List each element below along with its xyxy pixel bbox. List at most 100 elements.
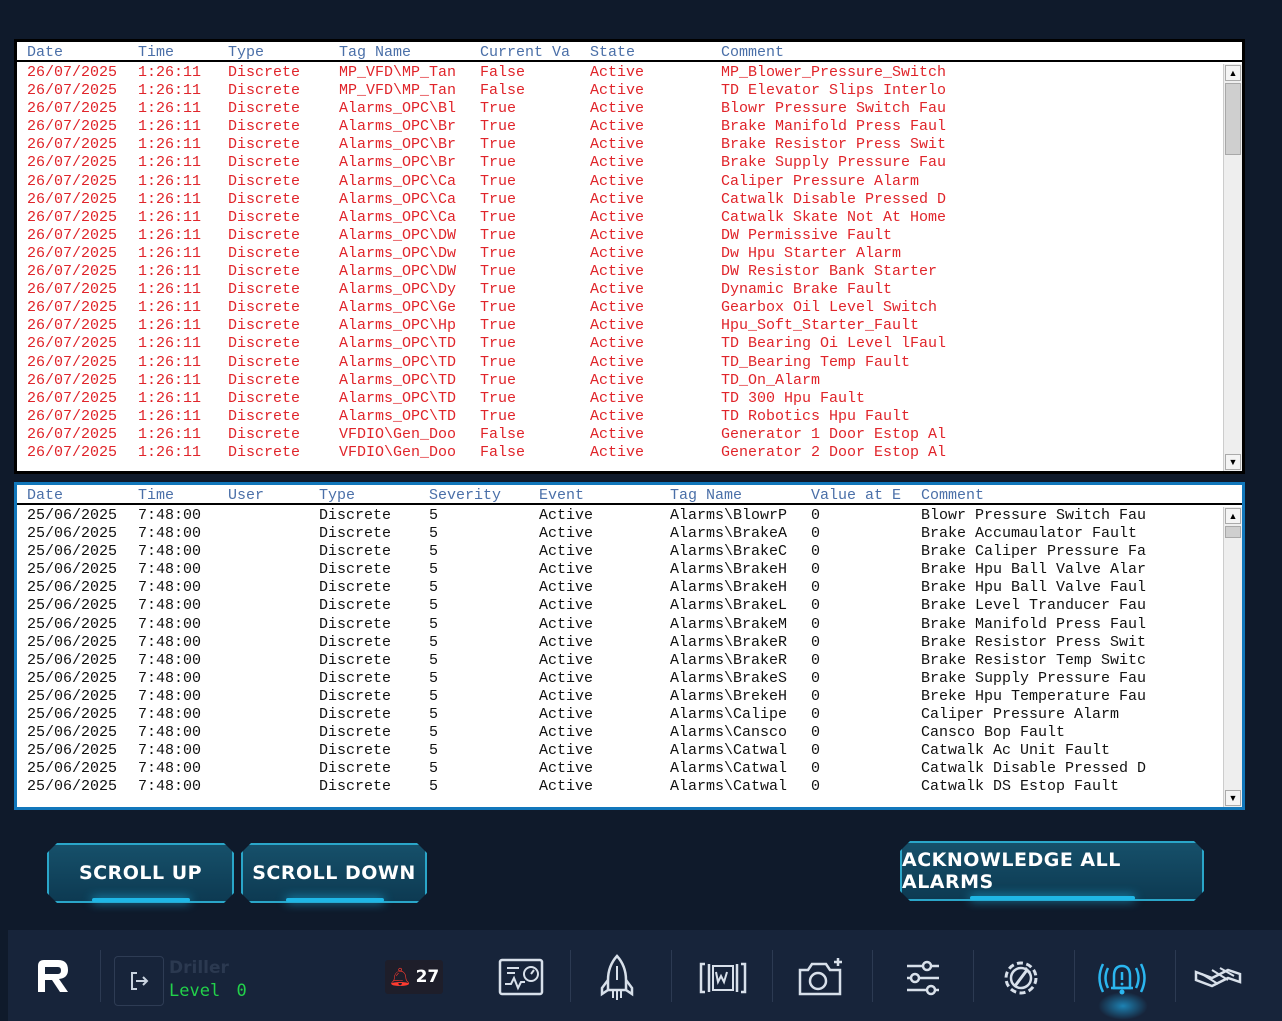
table-row[interactable]: 25/06/2025 7:48:00 Discrete 5 Active Alarms\B… bbox=[17, 543, 1223, 561]
table-row[interactable]: 25/06/2025 7:48:00 Discrete 5 Active Alarms\B… bbox=[17, 688, 1223, 706]
table-cell: Brake Accumaulator Fault bbox=[921, 525, 1138, 543]
table-row[interactable]: 26/07/2025 1:26:11 Discrete VFDIO\Gen_Doo Fa… bbox=[17, 444, 1223, 462]
r-logo-icon[interactable] bbox=[30, 952, 76, 998]
level-value: 0 bbox=[236, 981, 247, 1001]
table-cell: Brake Caliper Pressure Fa bbox=[921, 543, 1147, 561]
table-cell: Discrete bbox=[228, 317, 301, 335]
active-alarms-grid[interactable]: Date Time Type Tag Name Current Va State Comme… bbox=[14, 39, 1245, 474]
alarm_history-column-header[interactable]: Date bbox=[27, 487, 63, 504]
scroll-down-arrow-icon[interactable]: ▼ bbox=[1225, 454, 1241, 470]
table-row[interactable]: 26/07/2025 1:26:11 Discrete MP_VFD\MP_Tan Fa… bbox=[17, 82, 1223, 100]
table-cell: Alarms\BrakeL bbox=[670, 597, 788, 615]
table-row[interactable]: 25/06/2025 7:48:00 Discrete 5 Active Alarms\B… bbox=[17, 525, 1223, 543]
scroll-up-arrow-icon[interactable]: ▲ bbox=[1225, 65, 1241, 81]
table-row[interactable]: 26/07/2025 1:26:11 Discrete Alarms_OPC\TD Tr… bbox=[17, 390, 1223, 408]
alarm_history-column-header[interactable]: User bbox=[228, 487, 264, 504]
table-row[interactable]: 25/06/2025 7:48:00 Discrete 5 Active Alarms\B… bbox=[17, 579, 1223, 597]
table-row[interactable]: 26/07/2025 1:26:11 Discrete Alarms_OPC\TD Tr… bbox=[17, 354, 1223, 372]
table-row[interactable]: 25/06/2025 7:48:00 Discrete 5 Active Alarms\B… bbox=[17, 652, 1223, 670]
active_alarms-column-header[interactable]: Comment bbox=[721, 44, 784, 61]
table-row[interactable]: 26/07/2025 1:26:11 Discrete MP_VFD\MP_Tan Fa… bbox=[17, 64, 1223, 82]
table-cell: Alarms_OPC\TD bbox=[339, 335, 457, 353]
table-cell: Active bbox=[590, 335, 645, 353]
table-cell: Active bbox=[590, 154, 645, 172]
active_alarms-column-header[interactable]: Time bbox=[138, 44, 174, 61]
acknowledge-all-alarms-button[interactable]: ACKNOWLEDGE ALL ALARMS bbox=[900, 841, 1204, 901]
table-row[interactable]: 25/06/2025 7:48:00 Discrete 5 Active Alarms\B… bbox=[17, 670, 1223, 688]
alarm_history-column-header[interactable]: Type bbox=[319, 487, 355, 504]
gauge-monitor-icon[interactable] bbox=[495, 952, 547, 1004]
alarm_history-column-header[interactable]: Comment bbox=[921, 487, 984, 504]
table-row[interactable]: 26/07/2025 1:26:11 Discrete Alarms_OPC\Hp Tr… bbox=[17, 317, 1223, 335]
table-row[interactable]: 26/07/2025 1:26:11 Discrete Alarms_OPC\Dy Tr… bbox=[17, 281, 1223, 299]
alarm-bell-icon[interactable] bbox=[1096, 952, 1148, 1004]
rocket-icon[interactable] bbox=[591, 952, 643, 1004]
table-row[interactable]: 26/07/2025 1:26:11 Discrete Alarms_OPC\Br Tr… bbox=[17, 136, 1223, 154]
table-row[interactable]: 25/06/2025 7:48:00 Discrete 5 Active Alarms\B… bbox=[17, 561, 1223, 579]
table-row[interactable]: 26/07/2025 1:26:11 Discrete Alarms_OPC\Ca Tr… bbox=[17, 191, 1223, 209]
active_alarms-column-header[interactable]: Type bbox=[228, 44, 264, 61]
table-row[interactable]: 25/06/2025 7:48:00 Discrete 5 Active Alarms\C… bbox=[17, 724, 1223, 742]
alarm-history-body[interactable]: 25/06/2025 7:48:00 Discrete 5 Active Alarms\B… bbox=[17, 507, 1223, 807]
table-row[interactable]: 25/06/2025 7:48:00 Discrete 5 Active Alarms\B… bbox=[17, 507, 1223, 525]
pipe-handling-icon[interactable] bbox=[1192, 952, 1244, 1004]
alarm_history-column-header[interactable]: Time bbox=[138, 487, 174, 504]
table-cell: Active bbox=[539, 579, 594, 597]
alarm_history-column-header[interactable]: Event bbox=[539, 487, 584, 504]
table-row[interactable]: 26/07/2025 1:26:11 Discrete Alarms_OPC\TD Tr… bbox=[17, 372, 1223, 390]
table-cell: Brake Supply Pressure Fau bbox=[721, 154, 947, 172]
table-cell: 26/07/2025 bbox=[27, 389, 118, 407]
table-cell: True bbox=[480, 263, 517, 281]
active-alarms-scrollbar[interactable]: ▲ ▼ bbox=[1223, 64, 1242, 471]
table-row[interactable]: 26/07/2025 1:26:11 Discrete Alarms_OPC\Ca Tr… bbox=[17, 209, 1223, 227]
scroll-up-button[interactable]: SCROLL UP bbox=[47, 843, 234, 903]
active_alarms-column-header[interactable]: Current Va bbox=[480, 44, 570, 61]
active_alarms-column-header[interactable]: State bbox=[590, 44, 635, 61]
separator bbox=[872, 950, 873, 1002]
camera-icon[interactable] bbox=[794, 952, 846, 1004]
table-row[interactable]: 25/06/2025 7:48:00 Discrete 5 Active Alarms\C… bbox=[17, 706, 1223, 724]
table-cell: 0 bbox=[811, 633, 821, 651]
active_alarms-column-header[interactable]: Date bbox=[27, 44, 63, 61]
sliders-icon[interactable] bbox=[897, 952, 949, 1004]
table-row[interactable]: 26/07/2025 1:26:11 Discrete Alarms_OPC\Bl Tr… bbox=[17, 100, 1223, 118]
table-row[interactable]: 26/07/2025 1:26:11 Discrete Alarms_OPC\TD Tr… bbox=[17, 335, 1223, 353]
logout-button[interactable] bbox=[114, 956, 164, 1006]
alarm_history-column-header[interactable]: Value at E bbox=[811, 487, 901, 504]
table-row[interactable]: 26/07/2025 1:26:11 Discrete Alarms_OPC\Ca Tr… bbox=[17, 173, 1223, 191]
scrollbar-thumb[interactable] bbox=[1225, 83, 1241, 155]
scroll-down-arrow-icon[interactable]: ▼ bbox=[1225, 790, 1241, 806]
active_alarms-column-header[interactable]: Tag Name bbox=[339, 44, 411, 61]
scroll-up-arrow-icon[interactable]: ▲ bbox=[1225, 508, 1241, 524]
scroll-down-button[interactable]: SCROLL DOWN bbox=[241, 843, 427, 903]
table-row[interactable]: 26/07/2025 1:26:11 Discrete Alarms_OPC\Ge Tr… bbox=[17, 299, 1223, 317]
table-row[interactable]: 25/06/2025 7:48:00 Discrete 5 Active Alarms\B… bbox=[17, 616, 1223, 634]
table-row[interactable]: 25/06/2025 7:48:00 Discrete 5 Active Alarms\C… bbox=[17, 742, 1223, 760]
alarm-count-badge[interactable]: 🔔︎ 27 bbox=[385, 960, 443, 994]
active-alarms-body[interactable]: 26/07/2025 1:26:11 Discrete MP_VFD\MP_Tan Fa… bbox=[17, 64, 1223, 471]
table-row[interactable]: 25/06/2025 7:48:00 Discrete 5 Active Alarms\B… bbox=[17, 597, 1223, 615]
table-row[interactable]: 26/07/2025 1:26:11 Discrete Alarms_OPC\TD Tr… bbox=[17, 408, 1223, 426]
table-cell: 1:26:11 bbox=[138, 100, 202, 118]
table-row[interactable]: 26/07/2025 1:26:11 Discrete Alarms_OPC\Br Tr… bbox=[17, 118, 1223, 136]
table-row[interactable]: 25/06/2025 7:48:00 Discrete 5 Active Alarms\B… bbox=[17, 634, 1223, 652]
table-cell: 1:26:11 bbox=[138, 281, 202, 299]
alarm_history-column-header[interactable]: Severity bbox=[429, 487, 501, 504]
weight-window-icon[interactable] bbox=[697, 952, 749, 1004]
alarm-history-scrollbar[interactable]: ▲ ▼ bbox=[1223, 507, 1242, 807]
table-row[interactable]: 26/07/2025 1:26:11 Discrete Alarms_OPC\DW Tr… bbox=[17, 227, 1223, 245]
scrollbar-thumb[interactable] bbox=[1225, 526, 1241, 538]
alarm_history-column-header[interactable]: Tag Name bbox=[670, 487, 742, 504]
table-row[interactable]: 26/07/2025 1:26:11 Discrete Alarms_OPC\DW Tr… bbox=[17, 263, 1223, 281]
table-row[interactable]: 26/07/2025 1:26:11 Discrete VFDIO\Gen_Doo Fa… bbox=[17, 426, 1223, 444]
alarm-history-grid[interactable]: Date Time User Type Severity Event Tag Name Val… bbox=[14, 482, 1245, 810]
table-row[interactable]: 25/06/2025 7:48:00 Discrete 5 Active Alarms\C… bbox=[17, 778, 1223, 796]
table-row[interactable]: 25/06/2025 7:48:00 Discrete 5 Active Alarms\C… bbox=[17, 760, 1223, 778]
table-cell: Cansco Bop Fault bbox=[921, 724, 1066, 742]
table-cell: 25/06/2025 bbox=[27, 669, 118, 687]
settings-wrench-icon[interactable] bbox=[995, 952, 1047, 1004]
table-cell: Brake Hpu Ball Valve Alar bbox=[921, 561, 1147, 579]
table-row[interactable]: 26/07/2025 1:26:11 Discrete Alarms_OPC\Dw Tr… bbox=[17, 245, 1223, 263]
table-row[interactable]: 26/07/2025 1:26:11 Discrete Alarms_OPC\Br Tr… bbox=[17, 154, 1223, 172]
table-cell: Generator 1 Door Estop Al bbox=[721, 425, 947, 443]
